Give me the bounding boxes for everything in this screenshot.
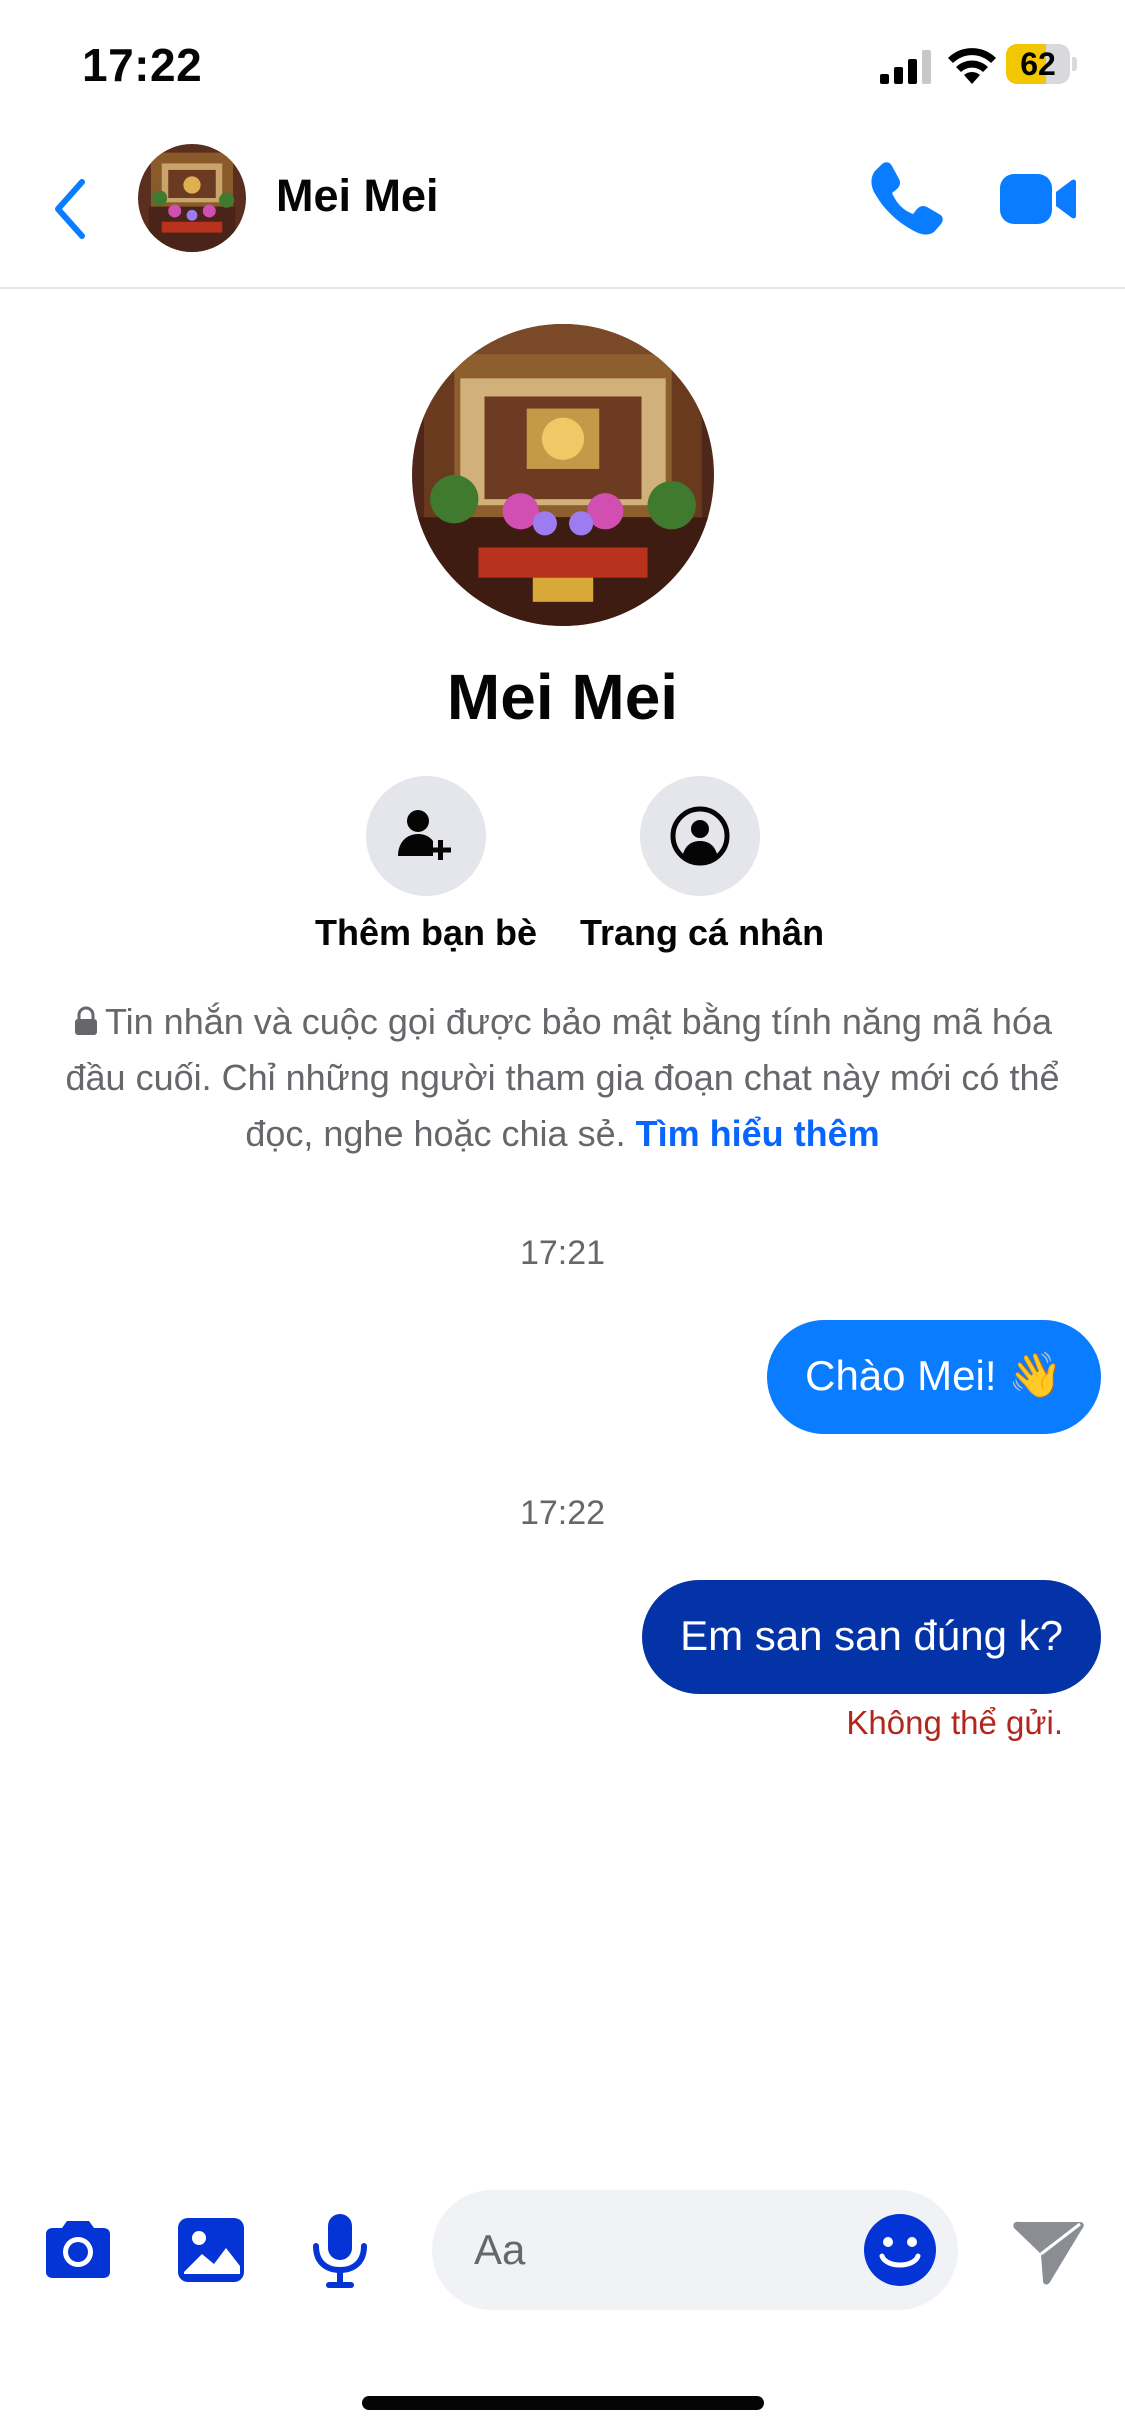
message-input-container[interactable] xyxy=(432,2190,958,2310)
learn-more-link[interactable]: Tìm hiểu thêm xyxy=(636,1113,880,1154)
add-friend-label: Thêm bạn bè xyxy=(314,912,538,953)
message-timestamp: 17:21 xyxy=(519,1234,606,1272)
phone-call-icon[interactable] xyxy=(868,158,946,236)
sent-message-bubble[interactable]: Chào Mei! 👋 xyxy=(767,1320,1101,1434)
encryption-notice: Tin nhắn và cuộc gọi được bảo mật bằng t… xyxy=(50,994,1075,1162)
add-friend-icon xyxy=(398,810,451,860)
header-avatar[interactable] xyxy=(138,144,246,252)
send-failed-status[interactable]: Không thể gửi. xyxy=(846,1704,1063,1742)
add-friend-circle[interactable] xyxy=(366,776,486,896)
profile-name: Mei Mei xyxy=(446,661,679,733)
add-friend-button[interactable]: Thêm bạn bè xyxy=(306,776,546,954)
battery-indicator: 62 xyxy=(1006,44,1078,84)
message-text: Chào Mei! xyxy=(805,1352,997,1399)
view-profile-label: Trang cá nhân xyxy=(580,912,825,953)
failed-message-bubble[interactable]: Em san san đúng k? xyxy=(642,1580,1101,1694)
message-text: Em san san đúng k? xyxy=(680,1612,1063,1659)
status-time: 17:22 xyxy=(82,39,203,91)
home-indicator xyxy=(362,2396,764,2410)
microphone-icon[interactable] xyxy=(300,2210,380,2290)
profile-icon xyxy=(670,806,730,866)
view-profile-button[interactable]: Trang cá nhân xyxy=(580,776,825,954)
shrine-photo xyxy=(138,144,246,252)
profile-avatar[interactable] xyxy=(412,324,714,626)
back-chevron-icon[interactable] xyxy=(52,178,88,240)
lock-icon xyxy=(75,1006,97,1035)
waving-hand-emoji: 👋 xyxy=(1008,1351,1063,1400)
header-divider xyxy=(0,287,1125,289)
emoji-icon[interactable] xyxy=(860,2210,940,2290)
encryption-text: Tin nhắn và cuộc gọi được bảo mật bằng t… xyxy=(65,1001,1060,1154)
header-contact-name[interactable]: Mei Mei xyxy=(276,170,439,222)
camera-icon[interactable] xyxy=(38,2210,118,2290)
view-profile-circle[interactable] xyxy=(640,776,760,896)
message-input[interactable] xyxy=(474,2190,854,2310)
message-timestamp: 17:22 xyxy=(519,1494,606,1532)
video-call-icon[interactable] xyxy=(1000,170,1076,228)
wifi-icon xyxy=(948,48,996,84)
cellular-signal-icon xyxy=(880,50,931,84)
gallery-icon[interactable] xyxy=(172,2210,252,2290)
send-icon[interactable] xyxy=(1010,2212,1086,2288)
battery-percentage: 62 xyxy=(1020,46,1056,82)
shrine-photo-large xyxy=(412,324,714,626)
